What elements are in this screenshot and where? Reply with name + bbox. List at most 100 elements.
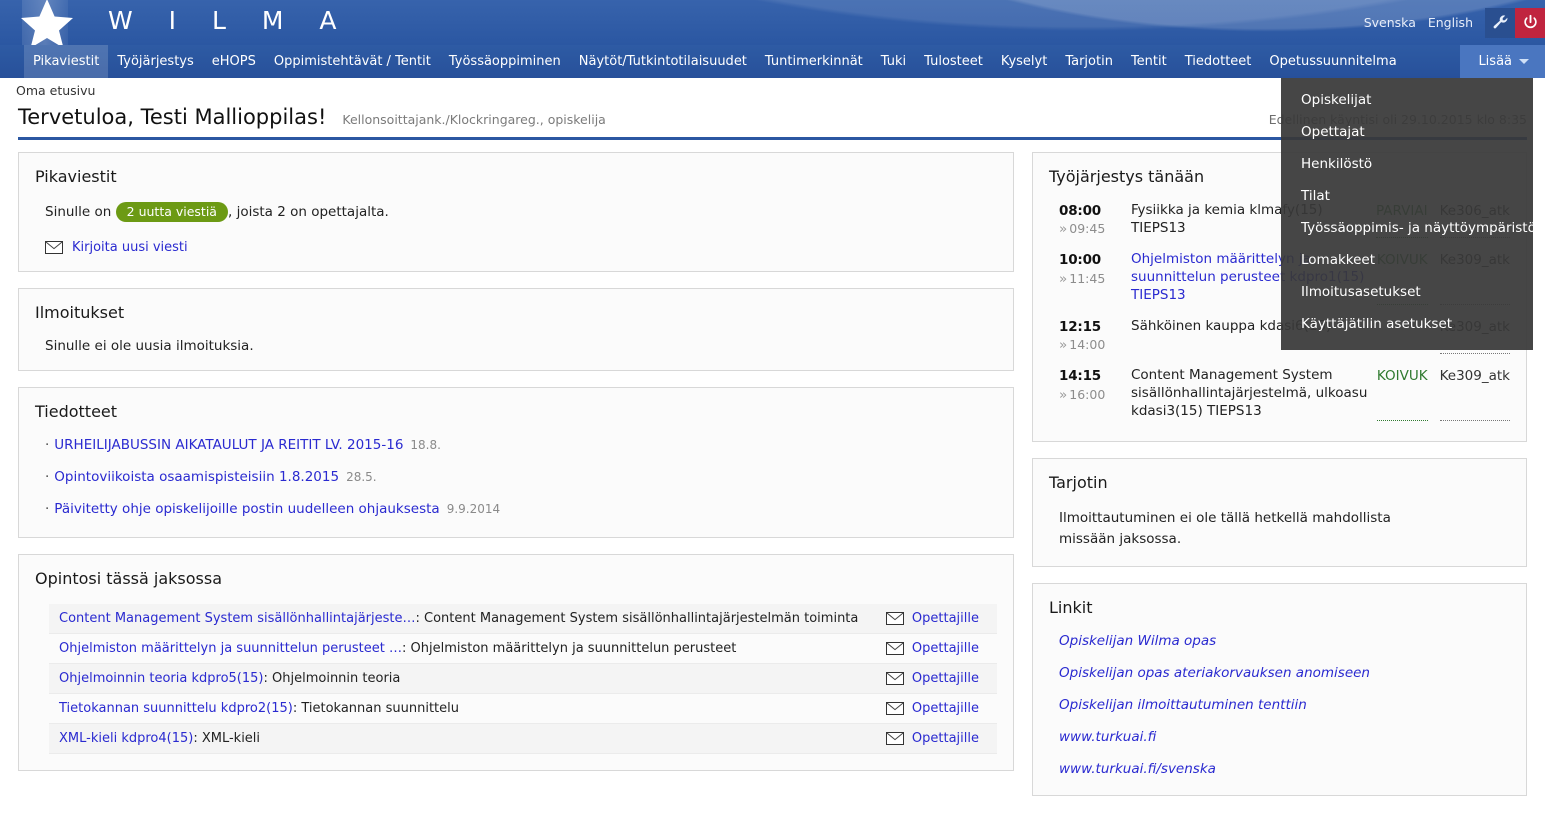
envelope-icon	[885, 642, 904, 655]
ilmoitukset-body: Sinulle ei ole uusia ilmoituksia.	[35, 338, 997, 354]
arrow-icon: »	[1059, 386, 1068, 403]
nav-item-tyojarjestys[interactable]: Työjärjestys	[108, 45, 202, 78]
contact-teachers-link[interactable]: Opettajille	[912, 731, 979, 746]
bullet-dot-icon: ·	[45, 469, 50, 485]
star-logo-icon	[21, 0, 73, 45]
room-code[interactable]: Ke309_atk	[1439, 368, 1510, 421]
bulletin-date: 9.9.2014	[446, 502, 501, 516]
nav-item-tulosteet[interactable]: Tulosteet	[915, 45, 992, 78]
write-message-row[interactable]: Kirjoita uusi viesti	[45, 240, 997, 255]
course-link[interactable]: Ohjelmoinnin teoria kdpro5(15)	[59, 671, 264, 686]
nav-item-tuki[interactable]: Tuki	[872, 45, 915, 78]
course-action[interactable]: Opettajille	[885, 671, 991, 686]
course-action[interactable]: Opettajille	[885, 701, 991, 716]
settings-wrench-button[interactable]	[1485, 7, 1515, 38]
external-link[interactable]: Opiskelijan Wilma opas	[1059, 633, 1216, 649]
course-action[interactable]: Opettajille	[885, 731, 991, 746]
menu-item-kayttajatilin-asetukset[interactable]: Käyttäjätilin asetukset	[1281, 308, 1533, 340]
nav-item-tentit[interactable]: Tentit	[1122, 45, 1176, 78]
write-new-message-link[interactable]: Kirjoita uusi viesti	[72, 240, 188, 255]
external-link[interactable]: Opiskelijan ilmoittautuminen tenttiin	[1059, 697, 1307, 713]
nav-item-oppimistehtavat[interactable]: Oppimistehtävät / Tentit	[265, 45, 440, 78]
panel-tiedotteet: Tiedotteet · URHEILIJABUSSIN AIKATAULUT J…	[18, 387, 1014, 538]
more-menu-dropdown: Opiskelijat Opettajat Henkilöstö Tilat T…	[1281, 78, 1536, 350]
nav-item-pikaviestit[interactable]: Pikaviestit	[24, 45, 109, 78]
logout-power-button[interactable]	[1515, 7, 1545, 38]
nav-item-ehops[interactable]: eHOPS	[203, 45, 265, 78]
bulletin-link[interactable]: URHEILIJABUSSIN AIKATAULUT JA REITIT LV.…	[54, 437, 403, 453]
contact-teachers-link[interactable]: Opettajille	[912, 671, 979, 686]
tiedotteet-body: · URHEILIJABUSSIN AIKATAULUT JA REITIT LV…	[35, 437, 997, 517]
external-link[interactable]: www.turkuai.fi	[1059, 729, 1156, 745]
course-link[interactable]: XML-kieli kdpro4(15)	[59, 731, 193, 746]
menu-item-tilat[interactable]: Tilat	[1281, 180, 1533, 212]
menu-item-opettajat[interactable]: Opettajat	[1281, 116, 1533, 148]
schedule-end-wrap: » 16:00	[1059, 386, 1131, 404]
nav-item-tarjotin[interactable]: Tarjotin	[1056, 45, 1122, 78]
course-description: Ohjelmoinnin teoria	[272, 671, 401, 686]
language-svenska[interactable]: Svenska	[1364, 15, 1416, 30]
list-item: www.turkuai.fi/svenska	[1059, 761, 1510, 777]
new-message-summary: Sinulle on 2 uutta viestiä, joista 2 on …	[45, 202, 997, 222]
table-row: Content Management System sisällönhallin…	[49, 604, 997, 634]
envelope-icon	[885, 672, 904, 685]
nav-item-opetussuunnitelma[interactable]: Opetussuunnitelma	[1260, 45, 1405, 78]
external-link[interactable]: Opiskelijan opas ateriakorvauksen anomis…	[1059, 665, 1370, 681]
language-english[interactable]: English	[1428, 15, 1473, 30]
new-message-badge[interactable]: 2 uutta viestiä	[115, 202, 228, 222]
breadcrumb-home[interactable]: Oma etusivu	[16, 83, 95, 98]
linkit-body: Opiskelijan Wilma opas Opiskelijan opas …	[1049, 633, 1510, 777]
schedule-end-wrap: » 11:45	[1059, 270, 1131, 288]
panel-title-ilmoitukset: Ilmoitukset	[35, 303, 125, 322]
nav-item-naytot[interactable]: Näytöt/Tutkintotilaisuudet	[570, 45, 756, 78]
panel-ilmoitukset: Ilmoitukset Sinulle ei ole uusia ilmoitu…	[18, 288, 1014, 371]
panel-title-pikaviestit: Pikaviestit	[35, 167, 117, 186]
course-action[interactable]: Opettajille	[885, 641, 991, 656]
schedule-times: 12:15 » 14:00	[1059, 318, 1131, 354]
course-description: XML-kieli	[201, 731, 261, 746]
panel-pikaviestit: Pikaviestit Sinulle on 2 uutta viestiä, …	[18, 152, 1014, 272]
nav-item-tyossaoppiminen[interactable]: Työssäoppiminen	[440, 45, 570, 78]
schedule-end-time: 11:45	[1069, 270, 1106, 286]
left-column: Pikaviestit Sinulle on 2 uutta viestiä, …	[18, 152, 1014, 812]
menu-item-henkilosto[interactable]: Henkilöstö	[1281, 148, 1533, 180]
teacher-code[interactable]: KOIVUK	[1376, 368, 1428, 421]
menu-item-tyossaoppimis-nayttoymparisto[interactable]: Työssäoppimis- ja näyttöympäristö	[1281, 212, 1536, 244]
page-title: Tervetuloa, Testi Mallioppilas!	[18, 105, 327, 129]
external-link[interactable]: www.turkuai.fi/svenska	[1059, 761, 1216, 777]
panel-title-linkit: Linkit	[1049, 597, 1093, 617]
contact-teachers-link[interactable]: Opettajille	[912, 611, 979, 626]
course-link[interactable]: Tietokannan suunnittelu kdpro2(15)	[59, 701, 293, 716]
bulletin-link[interactable]: Opintoviikoista osaamispisteisiin 1.8.20…	[54, 469, 339, 485]
nav-item-tuntimerkinnat[interactable]: Tuntimerkinnät	[756, 45, 872, 78]
nav-more-button[interactable]: Lisää	[1460, 45, 1545, 78]
table-row: Ohjelmiston määrittelyn ja suunnittelun …	[49, 634, 997, 664]
schedule-meta: KOIVUK Ke309_atk	[1376, 367, 1510, 421]
wrench-icon	[1493, 15, 1507, 29]
menu-item-ilmoitusasetukset[interactable]: Ilmoitusasetukset	[1281, 276, 1533, 308]
arrow-icon: »	[1059, 221, 1068, 238]
schedule-subject: Content Management System sisällönhallin…	[1131, 367, 1368, 419]
list-item: www.turkuai.fi	[1059, 729, 1510, 745]
wordmark: W I L M A	[108, 6, 351, 35]
nav-item-kyselyt[interactable]: Kyselyt	[992, 45, 1056, 78]
table-row: Tietokannan suunnittelu kdpro2(15): Tiet…	[49, 694, 997, 724]
envelope-icon	[885, 732, 904, 745]
panel-title-tarjotin: Tarjotin	[1049, 472, 1108, 492]
nav-item-tiedotteet[interactable]: Tiedotteet	[1176, 45, 1261, 78]
wilma-logo[interactable]	[21, 0, 73, 45]
pikaviestit-body: Sinulle on 2 uutta viestiä, joista 2 on …	[35, 202, 997, 255]
panel-title-opintosi: Opintosi tässä jaksossa	[35, 569, 223, 588]
course-link[interactable]: Content Management System sisällönhallin…	[59, 611, 416, 626]
contact-teachers-link[interactable]: Opettajille	[912, 641, 979, 656]
menu-item-opiskelijat[interactable]: Opiskelijat	[1281, 84, 1533, 116]
envelope-icon	[45, 241, 63, 254]
top-right-controls: Svenska English	[1364, 0, 1545, 45]
contact-teachers-link[interactable]: Opettajille	[912, 701, 979, 716]
schedule-end-time: 09:45	[1069, 221, 1106, 237]
menu-item-lomakkeet[interactable]: Lomakkeet	[1281, 244, 1533, 276]
course-action[interactable]: Opettajille	[885, 611, 991, 626]
course-link[interactable]: Ohjelmiston määrittelyn ja suunnittelun …	[59, 641, 402, 656]
bulletin-link[interactable]: Päivitetty ohje opiskelijoille postin uu…	[54, 501, 439, 517]
table-row: XML-kieli kdpro4(15): XML-kieli Opettaji…	[49, 724, 997, 754]
